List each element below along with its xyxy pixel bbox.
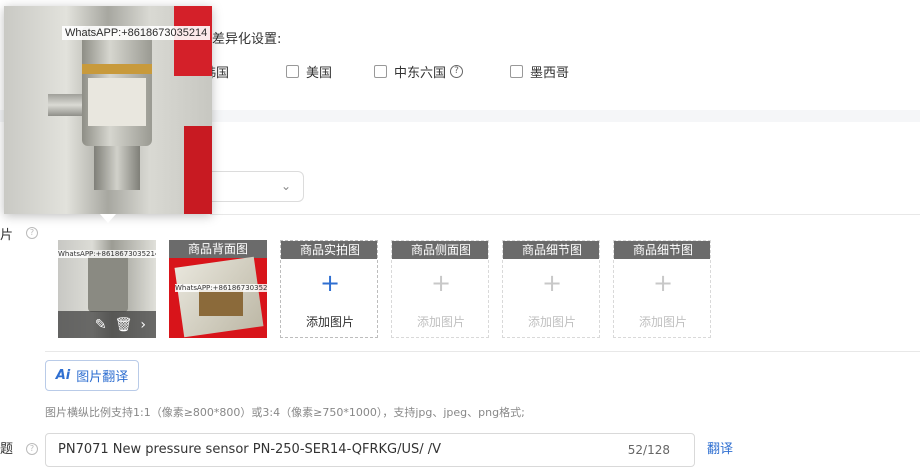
image-slot-detail-1[interactable]: 商品细节图 + 添加图片	[502, 240, 600, 338]
slot-tag: 商品实拍图	[281, 241, 377, 259]
plus-icon: +	[652, 269, 674, 297]
slot-tag: 商品细节图	[614, 241, 710, 259]
country-option-mexico[interactable]: 墨西哥	[510, 62, 570, 81]
image-slot-main[interactable]: WhatsAPP:+8618673035214 ✎ 🗑 ›	[58, 240, 156, 338]
image-translate-label: 图片翻译	[76, 370, 129, 385]
chevron-down-icon: ⌄	[280, 179, 291, 193]
trash-icon[interactable]: 🗑	[115, 317, 133, 333]
preview-watermark: WhatsAPP:+8618673035214	[62, 26, 211, 40]
help-icon[interactable]: ?	[26, 443, 38, 455]
product-box	[199, 290, 243, 316]
chevron-right-icon[interactable]: ›	[140, 317, 146, 333]
edit-icon[interactable]: ✎	[95, 317, 107, 333]
country-label: 中东六国	[394, 65, 447, 81]
image-translate-button[interactable]: Ai 图片翻译	[45, 360, 139, 391]
translate-link[interactable]: 翻译	[707, 438, 733, 457]
image-action-bar: ✎ 🗑 ›	[58, 311, 156, 338]
sensor-thread	[94, 146, 140, 190]
title-value: PN7071 New pressure sensor PN-250-SER14-…	[58, 442, 442, 457]
slot-tag: 商品细节图	[503, 241, 599, 259]
background-red-packaging	[184, 126, 212, 214]
image-slot-real-shot[interactable]: 商品实拍图 + 添加图片	[280, 240, 378, 338]
divider	[210, 214, 920, 215]
ai-icon: Ai	[55, 368, 71, 383]
slot-tag: 商品侧面图	[392, 241, 488, 259]
background-red-packaging	[174, 6, 212, 76]
country-option-usa[interactable]: 美国	[286, 62, 333, 81]
add-image-label: 添加图片	[416, 315, 465, 329]
image-slot-side[interactable]: 商品侧面图 + 添加图片	[391, 240, 489, 338]
photo-watermark: WhatsAPP:+8618673035214	[175, 284, 267, 292]
sensor-connector	[48, 94, 84, 116]
country-option-middle-east[interactable]: 中东六国 ?	[374, 62, 464, 81]
checkbox[interactable]	[374, 64, 387, 78]
divider	[45, 351, 920, 352]
popover-caret	[100, 214, 116, 223]
product-photo	[88, 250, 128, 312]
checkbox[interactable]	[510, 64, 523, 78]
image-format-hint: 图片横纵比例支持1:1（像素≥800*800）或3:4（像素≥750*1000）…	[45, 406, 525, 419]
help-icon[interactable]: ?	[26, 227, 38, 239]
question-icon[interactable]: ?	[450, 64, 464, 78]
plus-icon: +	[541, 269, 563, 297]
image-preview-popover: WhatsAPP:+8618673035214	[4, 6, 212, 214]
title-label: 题	[0, 442, 14, 457]
image-slot-detail-2[interactable]: 商品细节图 + 添加图片	[613, 240, 711, 338]
photo-watermark: WhatsAPP:+8618673035214	[58, 250, 156, 258]
category-select[interactable]: ⌄	[210, 171, 304, 202]
country-label: 墨西哥	[530, 65, 570, 81]
images-label: 片	[0, 228, 14, 243]
add-image-label: 添加图片	[527, 315, 576, 329]
country-label: 美国	[306, 65, 333, 81]
checkbox[interactable]	[286, 64, 299, 78]
add-image-label: 添加图片	[305, 315, 354, 329]
image-slot-back[interactable]: 商品背面图 WhatsAPP:+8618673035214	[169, 240, 267, 338]
diff-settings-label: 差异化设置:	[212, 32, 282, 47]
slot-tag: 商品背面图	[169, 240, 267, 258]
plus-icon: +	[430, 269, 452, 297]
char-counter: 52/128	[627, 443, 670, 457]
sensor-label	[88, 78, 146, 126]
plus-icon: +	[319, 269, 341, 297]
add-image-label: 添加图片	[638, 315, 687, 329]
sensor-band	[82, 64, 152, 74]
